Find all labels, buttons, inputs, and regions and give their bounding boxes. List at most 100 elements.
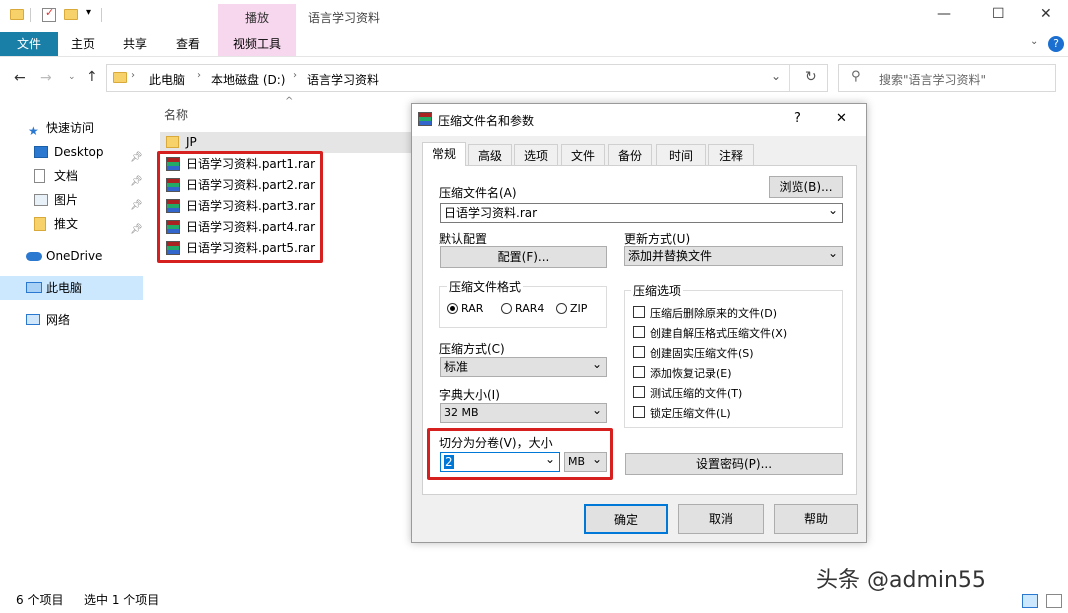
chevron-right-icon[interactable]: › [131,70,135,81]
checkbox-icon [633,346,645,358]
sort-ascending-icon: ^ [285,96,294,107]
recent-locations-icon[interactable]: ⌄ [68,72,76,82]
chevron-right-icon[interactable]: › [293,70,297,81]
profile-button[interactable]: 配置(F)... [440,246,607,268]
picture-icon [34,194,48,206]
status-selected: 选中 1 个项目 [84,593,160,607]
update-mode-select[interactable]: 添加并替换文件 [624,244,843,266]
nav-this-pc[interactable]: 此电脑 [0,276,143,300]
checkbox-icon [633,366,645,378]
set-password-button[interactable]: 设置密码(P)... [625,453,843,475]
chevron-right-icon[interactable]: › [197,70,201,81]
nav-network[interactable]: 网络 [0,308,143,332]
pin-icon[interactable]: 📌︎ [130,218,143,242]
star-icon: ★ [28,124,39,138]
cloud-icon [26,252,42,261]
ok-button[interactable]: 确定 [584,504,668,534]
tab-share[interactable]: 共享 [112,32,158,56]
status-count: 6 个项目 [16,593,64,607]
winrar-icon [418,112,432,126]
checkbox-icon [633,386,645,398]
forward-icon[interactable]: → [40,70,52,86]
option-recovery[interactable]: 添加恢复记录(E) [633,364,838,380]
divider [101,8,102,22]
title-bar: ✓ ▾ 播放 语言学习资料 — ☐ ✕ [0,0,1068,56]
dialog-close-button[interactable]: ✕ [836,111,847,126]
large-icons-view-icon[interactable] [1046,594,1062,608]
tab-files[interactable]: 文件 [561,144,605,166]
address-bar[interactable]: › 此电脑 › 本地磁盘 (D:) › 语言学习资料 ⌄ ↻ [106,64,828,92]
option-solid[interactable]: 创建固实压缩文件(S) [633,344,838,360]
tab-file[interactable]: 文件 [0,32,58,56]
tab-view[interactable]: 查看 [165,32,211,56]
dict-select[interactable]: 32 MB [440,401,607,423]
option-test[interactable]: 测试压缩的文件(T) [633,384,838,400]
option-sfx[interactable]: 创建自解压格式压缩文件(X) [633,324,838,340]
option-lock[interactable]: 锁定压缩文件(L) [633,404,838,420]
close-button[interactable]: ✕ [1040,6,1052,22]
method-select[interactable]: 标准 [440,355,607,377]
address-dropdown-icon[interactable]: ⌄ [771,69,781,83]
expand-ribbon-icon[interactable]: ⌄ [1030,36,1038,47]
tab-options[interactable]: 选项 [514,144,558,166]
back-icon[interactable]: ← [14,70,26,86]
radio-selected-icon [447,303,458,314]
archive-name-field[interactable]: 日语学习资料.rar [440,201,843,223]
watermark: 头条 @admin55 [816,568,986,593]
refresh-icon[interactable]: ↻ [805,69,817,85]
tab-video-tools[interactable]: 视频工具 [218,32,296,56]
nav-quick-access[interactable]: ★ 快速访问 [0,116,143,140]
divider [30,8,31,22]
cancel-button[interactable]: 取消 [678,504,764,534]
archive-name-label: 压缩文件名(A) [439,186,517,200]
default-profile-label: 默认配置 [439,232,488,246]
nav-pictures[interactable]: 图片 📌︎ [0,188,143,212]
tab-comment[interactable]: 注释 [708,144,754,166]
network-icon [26,314,40,325]
dialog-title-bar: 压缩文件名和参数 ? ✕ [412,104,866,136]
general-panel: 压缩文件名(A) 浏览(B)... 日语学习资料.rar 默认配置 配置(F).… [422,165,857,495]
tab-backup[interactable]: 备份 [608,144,652,166]
context-tab-label: 播放 [244,11,269,25]
search-box[interactable]: ⚲ 搜索"语言学习资料" [838,64,1056,92]
tab-general[interactable]: 常规 [422,142,466,166]
option-delete-after[interactable]: 压缩后删除原来的文件(D) [633,304,838,320]
search-icon: ⚲ [851,69,861,84]
status-bar: 6 个项目 选中 1 个项目 [0,588,700,613]
checkbox-icon [633,406,645,418]
nav-tuiwen[interactable]: 推文 📌︎ [0,212,143,236]
breadcrumb-drive[interactable]: 本地磁盘 (D:) [211,71,285,88]
checkbox-icon [633,326,645,338]
new-folder-icon[interactable] [64,7,78,23]
nav-documents[interactable]: 文档 📌︎ [0,164,143,188]
archive-dialog: 压缩文件名和参数 ? ✕ 常规 高级 选项 文件 备份 时间 注释 压缩文件名(… [411,103,867,543]
maximize-button[interactable]: ☐ [992,6,1005,22]
minimize-button[interactable]: — [937,6,951,22]
breadcrumb-this-pc[interactable]: 此电脑 [149,71,185,88]
properties-icon[interactable]: ✓ [42,6,56,22]
dialog-help-button[interactable]: ? [794,111,801,126]
radio-icon [556,303,567,314]
tab-advanced[interactable]: 高级 [468,144,512,166]
customize-quick-access-icon[interactable]: ▾ [86,7,91,18]
help-button[interactable]: 帮助 [774,504,858,534]
options-label: 压缩选项 [631,282,684,299]
up-icon[interactable]: ↑ [86,69,98,85]
tab-home[interactable]: 主页 [60,32,106,56]
folder-icon [34,217,46,231]
details-view-icon[interactable] [1022,594,1038,608]
update-mode-label: 更新方式(U) [624,232,691,246]
method-label: 压缩方式(C) [439,342,505,356]
column-header-name[interactable]: 名称 [164,106,188,123]
radio-icon [501,303,512,314]
nav-desktop[interactable]: Desktop 📌︎ [0,140,143,164]
help-icon[interactable]: ? [1048,36,1064,52]
browse-button[interactable]: 浏览(B)... [769,176,843,198]
desktop-icon [34,146,48,158]
folder-icon [10,7,24,23]
nav-onedrive[interactable]: OneDrive [0,244,143,268]
breadcrumb-folder[interactable]: 语言学习资料 [307,71,379,88]
dialog-title: 压缩文件名和参数 [438,114,535,128]
tab-time[interactable]: 时间 [656,144,706,166]
list-item-folder[interactable]: JP [160,132,412,153]
